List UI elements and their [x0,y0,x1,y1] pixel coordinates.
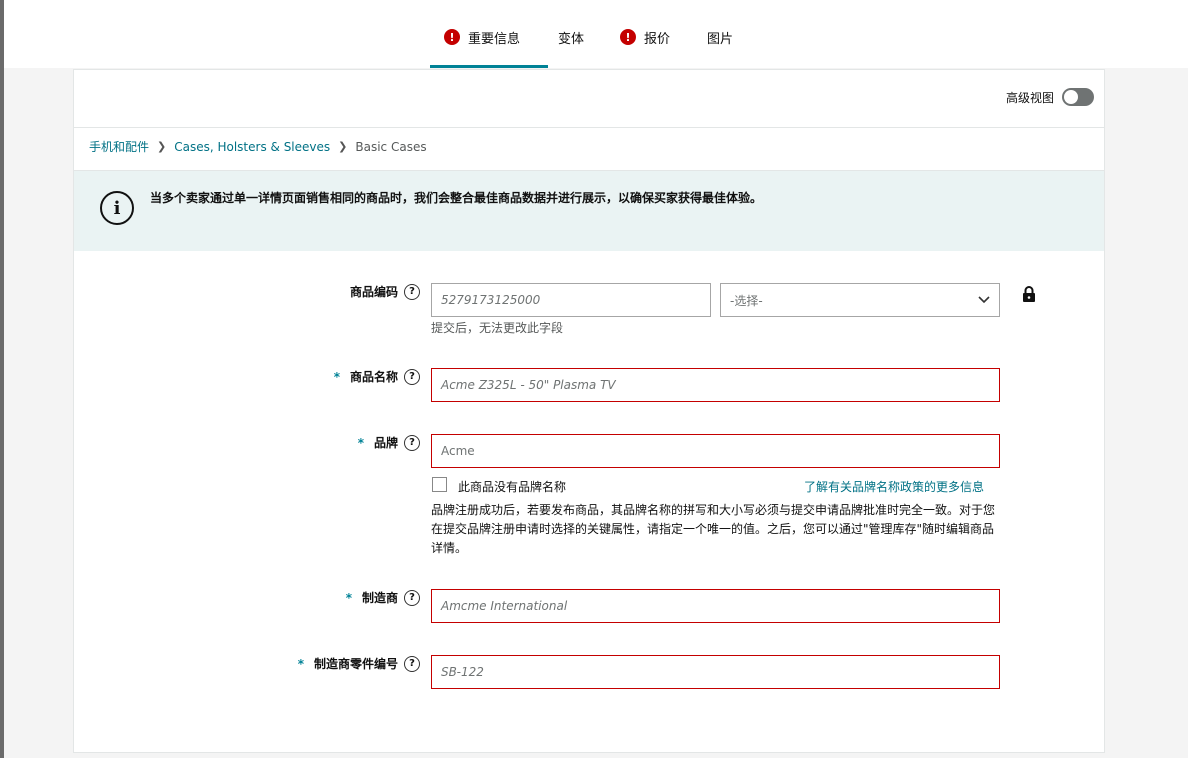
input-placeholder: Amcme International [441,599,568,613]
required-marker: * [357,435,364,450]
label-text: 制造商 [361,591,398,605]
select-value: -选择- [730,293,763,308]
tab-label: 图片 [707,32,734,47]
brand-input[interactable]: Acme [431,434,1000,468]
manufacturer-input[interactable]: Amcme International [431,589,1000,623]
info-text: 当多个卖家通过单一详情页面销售相同的商品时，我们会整合最佳商品数据并进行展示，以… [150,191,763,205]
advanced-view-toggle[interactable] [1062,88,1094,106]
help-icon[interactable]: ? [404,283,420,300]
chevron-down-icon [978,296,990,304]
tab-label: 报价 [644,32,671,47]
breadcrumb-link-subcategory[interactable]: Cases, Holsters & Sleeves [174,140,330,154]
help-icon[interactable]: ? [404,434,420,451]
product-id-type-select[interactable]: -选择- [720,283,1000,317]
divider [74,127,1104,128]
breadcrumb: 手机和配件 ❯ Cases, Holsters & Sleeves ❯ Basi… [89,138,427,155]
breadcrumb-link-category[interactable]: 手机和配件 [89,138,149,155]
no-brand-checkbox[interactable] [432,477,447,492]
active-tab-indicator [430,65,548,68]
required-marker: * [297,656,304,671]
product-id-input[interactable]: 5279173125000 [431,283,711,317]
tab-images[interactable]: 图片 [707,28,733,68]
part-number-label: * 制造商零件编号 ? [234,655,420,672]
input-value: Acme [441,444,475,458]
tab-bar: ! 重要信息 变体 ! 报价 图片 [4,0,1188,68]
tab-label: 重要信息 [468,32,521,47]
brand-label: * 品牌 ? [234,434,420,451]
info-banner: i 当多个卖家通过单一详情页面销售相同的商品时，我们会整合最佳商品数据并进行展示… [74,171,1104,251]
help-icon[interactable]: ? [404,655,420,672]
lock-icon [1023,286,1035,302]
product-id-hint: 提交后，无法更改此字段 [431,321,564,335]
label-text: 品牌 [373,436,398,450]
breadcrumb-current: Basic Cases [355,139,427,154]
tab-vital-info[interactable]: ! 重要信息 [444,28,520,68]
tab-variations[interactable]: 变体 [558,28,584,68]
input-value: 5279173125000 [441,293,541,307]
form-panel: 高级视图 手机和配件 ❯ Cases, Holsters & Sleeves ❯… [73,69,1105,753]
chevron-right-icon: ❯ [157,140,167,153]
info-icon: i [100,191,134,225]
chevron-right-icon: ❯ [338,140,348,153]
help-icon[interactable]: ? [404,589,420,606]
input-placeholder: Acme Z325L - 50" Plasma TV [441,378,616,392]
label-text: 制造商零件编号 [313,657,398,671]
part-number-input[interactable]: SB-122 [431,655,1000,689]
brand-note: 品牌注册成功后，若要发布商品，其品牌名称的拼写和大小写必须与提交申请品牌批准时完… [431,503,996,555]
input-placeholder: SB-122 [441,665,484,679]
advanced-view-label: 高级视图 [1005,90,1054,105]
brand-policy-link[interactable]: 了解有关品牌名称政策的更多信息 [804,478,984,495]
window-left-edge [0,0,4,758]
error-icon: ! [620,29,636,45]
advanced-view-toggle-row: 高级视图 [1006,88,1094,106]
manufacturer-label: * 制造商 ? [234,589,420,606]
error-icon: ! [444,29,460,45]
product-name-input[interactable]: Acme Z325L - 50" Plasma TV [431,368,1000,402]
no-brand-label: 此商品没有品牌名称 [458,480,567,494]
label-text: 商品编码 [349,285,398,299]
required-marker: * [333,369,340,384]
product-name-label: * 商品名称 ? [234,368,420,385]
tab-label: 变体 [558,32,585,47]
tab-offer[interactable]: ! 报价 [620,28,670,68]
toggle-knob [1064,90,1078,104]
product-id-label: 商品编码 ? [234,283,420,300]
help-icon[interactable]: ? [404,368,420,385]
label-text: 商品名称 [349,370,398,384]
required-marker: * [345,590,352,605]
